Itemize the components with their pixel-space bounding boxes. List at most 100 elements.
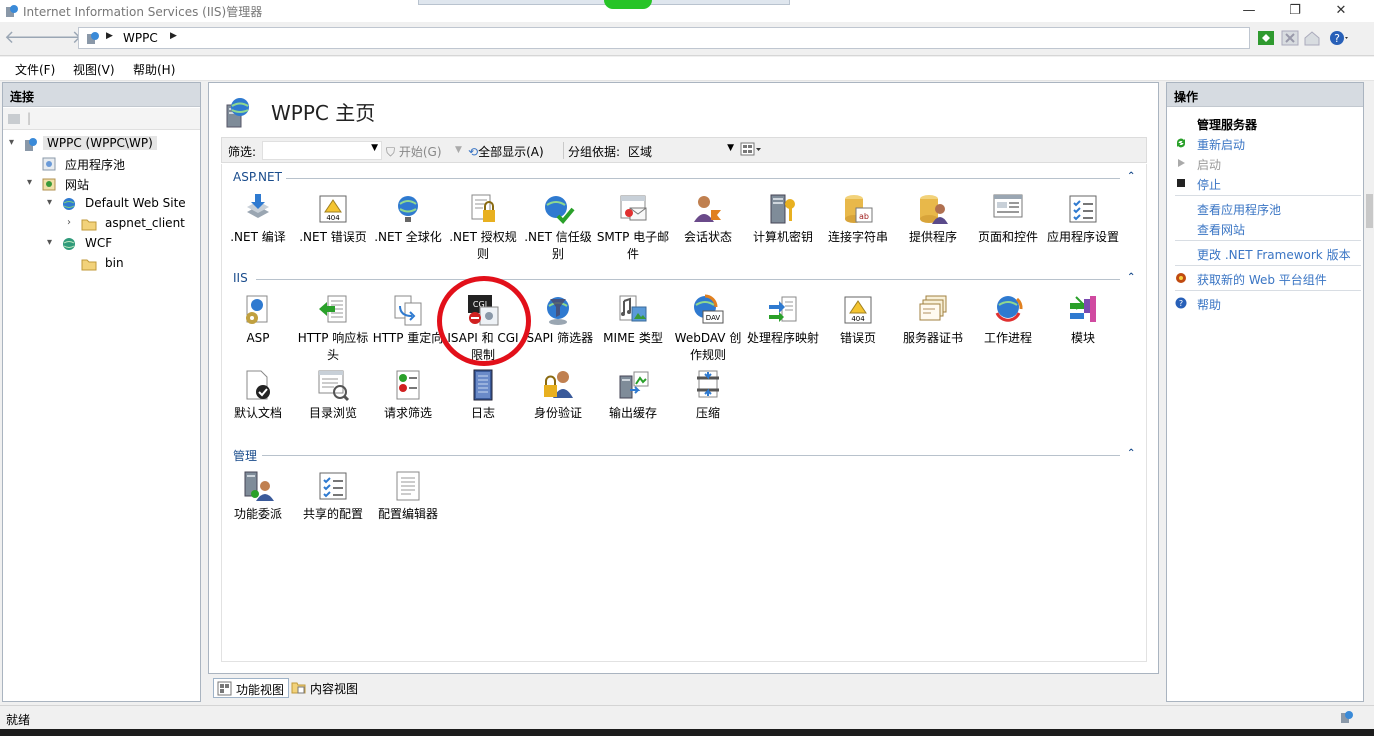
feature-error-pages[interactable]: 404 错误页 — [820, 293, 896, 347]
net-authorization-icon — [471, 194, 495, 222]
feature-providers[interactable]: 提供程序 — [895, 192, 971, 246]
forward-button[interactable]: 🡒 — [34, 28, 82, 50]
feature-authentication[interactable]: 身份验证 — [520, 368, 596, 422]
close-button[interactable]: ✕ — [1328, 2, 1354, 20]
http-redirect-icon — [394, 295, 422, 326]
start-icon — [1178, 159, 1185, 167]
tree-item-aspnet-client[interactable]: › aspnet_client — [65, 214, 199, 234]
feature-net-globalization[interactable]: .NET 全球化 — [370, 192, 446, 246]
back-button[interactable]: 🡐 — [4, 28, 52, 50]
tab-content-view[interactable]: 内容视图 — [288, 678, 362, 698]
feature-default-document[interactable]: 默认文档 — [220, 368, 296, 422]
tab-features-view[interactable]: 功能视图 — [213, 678, 290, 698]
breadcrumb-arrow-icon[interactable]: ▶ — [106, 31, 113, 41]
menu-view[interactable]: 视图(V) — [73, 61, 115, 78]
minimize-button[interactable]: — — [1236, 2, 1262, 20]
feature-http-response-headers[interactable]: HTTP 响应标头 — [295, 293, 371, 364]
feature-connection-strings[interactable]: ab 连接字符串 — [820, 192, 896, 246]
feature-isapi-filters[interactable]: ISAPI 筛选器 — [520, 293, 596, 347]
tree-item-bin[interactable]: bin — [65, 254, 199, 274]
feature-net-error-page[interactable]: 404 .NET 错误页 — [295, 192, 371, 246]
collapse-icon[interactable]: ▾ — [27, 177, 32, 188]
stop-icon[interactable] — [1280, 29, 1300, 47]
breadcrumb-wppc[interactable]: WPPC — [123, 31, 158, 45]
feature-logging[interactable]: 日志 — [445, 368, 521, 422]
expand-icon[interactable]: › — [67, 217, 71, 228]
feature-pages-controls[interactable]: 页面和控件 — [970, 192, 1046, 246]
feature-http-redirect[interactable]: HTTP 重定向 — [370, 293, 446, 347]
refresh-icon[interactable] — [1256, 29, 1276, 47]
feature-net-authorization[interactable]: .NET 授权规则 — [445, 192, 521, 263]
feature-net-trust[interactable]: .NET 信任级别 — [520, 192, 596, 263]
feature-mime-types[interactable]: MIME 类型 — [595, 293, 671, 347]
menu-help[interactable]: 帮助(H) — [133, 61, 175, 78]
server-home-icon — [226, 98, 249, 128]
feature-shared-configuration[interactable]: 共享的配置 — [295, 469, 371, 523]
svg-text:404: 404 — [326, 214, 340, 222]
maximize-button[interactable]: ❐ — [1282, 2, 1308, 20]
start-label: 开始(G) — [398, 145, 442, 159]
collapse-icon[interactable]: ▾ — [47, 197, 52, 208]
feature-asp[interactable]: ASP — [220, 293, 296, 347]
feature-app-settings[interactable]: 应用程序设置 — [1045, 192, 1121, 246]
collapse-icon[interactable]: ▾ — [9, 137, 14, 148]
svg-text:ab: ab — [859, 212, 869, 221]
collapse-group-icon[interactable]: ⌃ — [1127, 171, 1135, 182]
start-dropdown-icon[interactable]: ▼ — [455, 145, 462, 155]
menu-file[interactable]: 文件(F) — [15, 61, 55, 78]
show-all-label: 全部显示(A) — [478, 145, 544, 159]
feature-server-certificates[interactable]: 服务器证书 — [895, 293, 971, 347]
isapi-filters-icon — [547, 297, 569, 325]
tree-item-default-web-site[interactable]: ▾ Default Web Site — [47, 194, 199, 214]
feature-session-state[interactable]: 会话状态 — [670, 192, 746, 246]
right-scrollbar[interactable] — [1365, 82, 1374, 702]
feature-request-filtering[interactable]: 请求筛选 — [370, 368, 446, 422]
feature-worker-processes[interactable]: 工作进程 — [970, 293, 1046, 347]
feature-delegation-icon — [244, 471, 274, 501]
start-filter-button[interactable]: ⛉ 开始(G) — [386, 143, 442, 160]
collapse-group-icon[interactable]: ⌃ — [1127, 272, 1135, 283]
group-title-iis[interactable]: IIS — [233, 271, 248, 287]
feature-machine-key[interactable]: 计算机密钥 — [745, 192, 821, 246]
view-mode-icon[interactable] — [740, 141, 762, 160]
sites-icon — [42, 178, 56, 191]
feature-handler-mappings[interactable]: 处理程序映射 — [745, 293, 821, 347]
connections-panel: 连接 | ▾ WPPC (WPPC\WP) 应用程序池 ▾ 网站 ▾ Defau… — [2, 82, 201, 702]
scrollbar-thumb[interactable] — [1366, 194, 1373, 228]
home-icon[interactable] — [1302, 29, 1322, 47]
app-settings-icon — [1069, 195, 1097, 223]
group-by-select[interactable]: 区域 ▼ — [622, 141, 738, 160]
dropdown-arrow-icon[interactable]: ▼ — [371, 143, 378, 153]
dropdown-arrow-icon[interactable]: ▼ — [727, 143, 734, 153]
worker-processes-icon — [995, 296, 1023, 322]
feature-webdav[interactable]: DAV WebDAV 创作规则 — [670, 293, 746, 364]
group-title-management[interactable]: 管理 — [233, 447, 257, 463]
address-box[interactable]: ▶ WPPC ▶ — [78, 27, 1250, 49]
breadcrumb-arrow-icon[interactable]: ▶ — [170, 31, 177, 41]
collapse-group-icon[interactable]: ⌃ — [1127, 448, 1135, 459]
features-view-icon — [217, 681, 232, 696]
tree-item-sites[interactable]: ▾ 网站 — [27, 174, 197, 194]
collapse-icon[interactable]: ▾ — [47, 237, 52, 248]
connections-header: 连接 — [3, 83, 200, 107]
feature-configuration-editor[interactable]: 配置编辑器 — [370, 469, 446, 523]
group-title-aspnet[interactable]: ASP.NET — [233, 170, 282, 186]
help-icon[interactable]: ? — [1328, 29, 1348, 47]
feature-net-compile[interactable]: .NET 编译 — [220, 192, 296, 246]
show-all-button[interactable]: ⟲全部显示(A) — [468, 143, 544, 160]
feature-delegation[interactable]: 功能委派 — [220, 469, 296, 523]
output-caching-icon — [619, 371, 649, 399]
feature-output-caching[interactable]: 输出缓存 — [595, 368, 671, 422]
tree-item-app-pools[interactable]: 应用程序池 — [27, 154, 197, 174]
feature-compression[interactable]: 压缩 — [670, 368, 746, 422]
tree-item-server[interactable]: ▾ WPPC (WPPC\WP) — [9, 134, 199, 154]
pages-controls-icon — [993, 194, 1023, 218]
feature-modules[interactable]: 模块 — [1045, 293, 1121, 347]
filter-input[interactable]: ▼ — [262, 141, 382, 160]
connect-icon[interactable] — [7, 112, 21, 126]
actions-divider — [1175, 290, 1361, 291]
web-platform-icon — [1176, 273, 1186, 283]
tree-item-wcf[interactable]: ▾ WCF — [47, 234, 199, 254]
feature-directory-browsing[interactable]: 目录浏览 — [295, 368, 371, 422]
feature-smtp-email[interactable]: SMTP 电子邮件 — [595, 192, 671, 263]
